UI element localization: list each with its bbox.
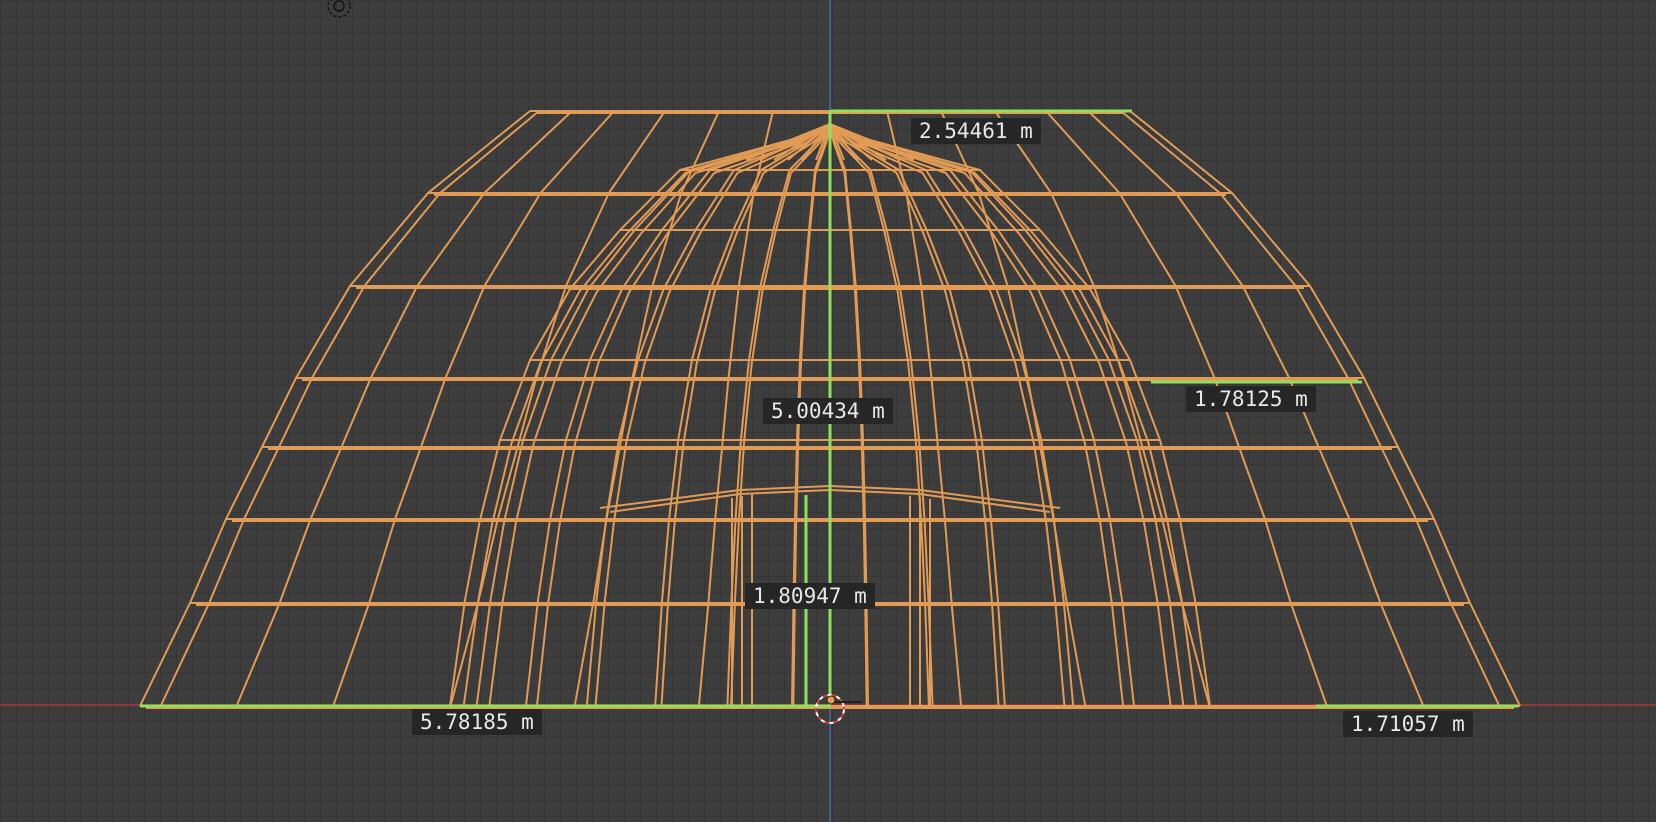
outer-meridian (697, 110, 774, 707)
object-origin-icon (826, 695, 862, 705)
outer-meridian (886, 110, 963, 707)
measure-label-base-half-width: 5.78185 m (412, 709, 542, 735)
outer-meridian (139, 110, 531, 707)
measure-label-inner-height: 1.80947 m (745, 583, 875, 609)
measure-label-right-step: 1.78125 m (1186, 386, 1316, 412)
outer-meridian (235, 110, 573, 707)
sun-light-icon[interactable] (325, 0, 353, 20)
measure-label-total-height: 5.00434 m (763, 398, 893, 424)
outer-meridian (449, 110, 666, 707)
measure-label-right-base-offset: 1.71057 m (1343, 711, 1473, 737)
outer-meridian (159, 110, 540, 707)
outer-meridian (994, 110, 1211, 707)
measure-label-top-width: 2.54461 m (911, 118, 1041, 144)
outer-meridian (940, 110, 1087, 707)
3d-viewport[interactable]: 2.54461 m 5.00434 m 1.78125 m 1.80947 m … (0, 0, 1656, 822)
outer-meridian (573, 110, 720, 707)
